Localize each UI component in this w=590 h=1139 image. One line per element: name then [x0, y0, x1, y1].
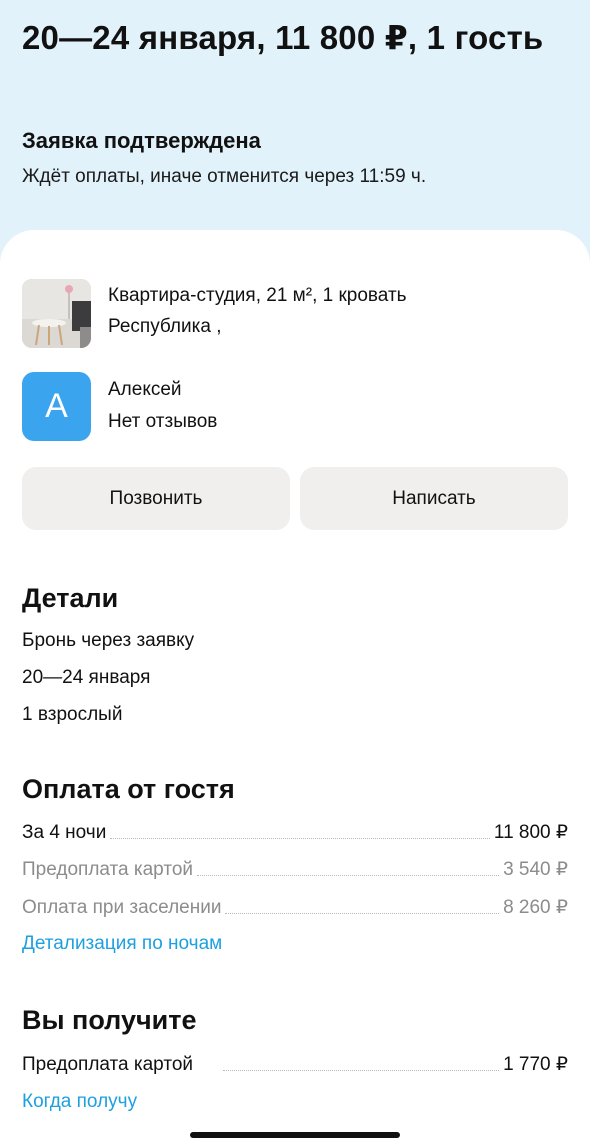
listing-address: Республика , [108, 316, 222, 337]
payment-heading: Оплата от гостя [22, 774, 235, 804]
host-name[interactable]: Алексей [108, 379, 182, 401]
payment-row-value: 8 260 ₽ [503, 897, 568, 918]
payout-row-value: 1 770 ₽ [503, 1054, 568, 1075]
call-button[interactable]: Позвонить [22, 467, 290, 530]
details-dates: 20—24 января [22, 667, 151, 688]
payment-row: За 4 ночи 11 800 ₽ [22, 820, 568, 844]
leader-dots [223, 1070, 500, 1071]
payout-row: Предоплата картой 1 770 ₽ [22, 1052, 568, 1076]
home-indicator[interactable] [190, 1132, 400, 1138]
payment-row-label: Оплата при заселении [22, 897, 222, 918]
details-heading: Детали [22, 583, 119, 613]
payment-row: Предоплата картой 3 540 ₽ [22, 857, 568, 881]
when-paid-link[interactable]: Когда получу [22, 1091, 137, 1113]
booking-status: Заявка подтверждена [22, 128, 261, 153]
listing-name[interactable]: Квартира-студия, 21 м², 1 кровать [108, 285, 407, 307]
payment-row-value: 3 540 ₽ [503, 859, 568, 880]
leader-dots [225, 913, 500, 914]
booking-status-note: Ждёт оплаты, иначе отменится через 11:59… [22, 166, 427, 187]
payment-row-label: Предоплата картой [22, 859, 193, 880]
details-booking-type: Бронь через заявку [22, 630, 195, 651]
payment-row: Оплата при заселении 8 260 ₽ [22, 895, 568, 919]
payment-row-value: 11 800 ₽ [493, 822, 568, 843]
booking-title: 20—24 января, 11 800 ₽, 1 гость [22, 19, 544, 56]
payment-row-label: За 4 ночи [22, 822, 107, 843]
nightly-breakdown-link[interactable]: Детализация по ночам [22, 933, 222, 955]
address-redaction [238, 318, 493, 342]
host-reviews: Нет отзывов [108, 411, 218, 432]
listing-photo[interactable] [22, 279, 91, 348]
listing-photo-image [22, 279, 91, 348]
details-guests: 1 взрослый [22, 704, 123, 725]
leader-dots [110, 838, 490, 839]
payout-row-label: Предоплата картой [22, 1054, 193, 1075]
leader-dots [197, 875, 500, 876]
payout-heading: Вы получите [22, 1005, 197, 1035]
message-button[interactable]: Написать [300, 467, 568, 530]
host-avatar[interactable]: А [22, 372, 91, 441]
